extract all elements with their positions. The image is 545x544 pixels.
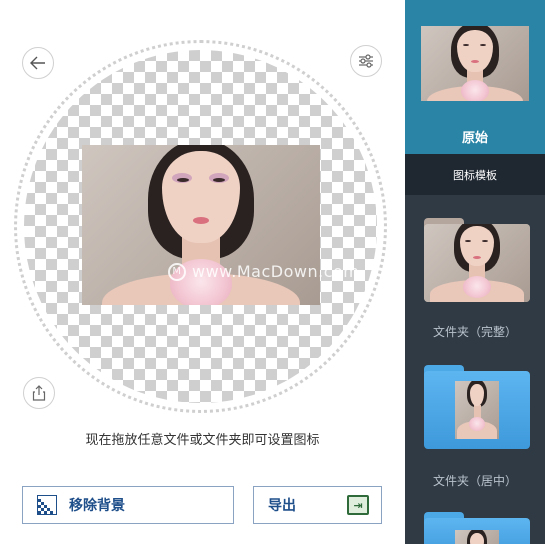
template-sidebar: 原始 图标模板 文件夹（完整） 文件夹（居中） — [405, 0, 545, 544]
share-button[interactable] — [23, 377, 55, 409]
remove-background-label: 移除背景 — [69, 498, 125, 514]
watermark: M www.MacDown.com — [168, 262, 359, 281]
folder-3-thumbnail — [455, 530, 499, 544]
folder-full-thumbnail — [424, 224, 530, 302]
folder-center-thumbnail — [455, 381, 499, 439]
original-label: 原始 — [461, 131, 488, 146]
folder-center-label: 文件夹（居中） — [432, 474, 517, 488]
arrow-left-icon — [30, 56, 45, 70]
remove-background-button[interactable]: 移除背景 — [22, 486, 234, 524]
watermark-logo: M — [168, 262, 186, 281]
app-window: M www.MacDown.com 现在拖放任意文件或文件夹即可设置图标 移除背… — [0, 0, 545, 544]
template-folder-center[interactable] — [424, 365, 530, 449]
template-folder-full[interactable] — [424, 218, 530, 302]
watermark-text: www.MacDown.com — [192, 262, 360, 281]
sidebar-item-original[interactable]: 原始 — [405, 0, 545, 154]
back-button[interactable] — [22, 47, 54, 79]
share-icon — [32, 385, 46, 401]
export-label: 导出 — [268, 498, 296, 514]
settings-button[interactable] — [350, 45, 382, 77]
icon-preview-image — [82, 145, 320, 305]
export-button[interactable]: 导出 ⇥ — [253, 486, 382, 524]
remove-background-icon — [37, 495, 57, 515]
drop-hint: 现在拖放任意文件或文件夹即可设置图标 — [85, 433, 320, 448]
export-icon: ⇥ — [347, 495, 369, 515]
templates-header: 图标模板 — [405, 154, 545, 195]
editor-pane: M www.MacDown.com 现在拖放任意文件或文件夹即可设置图标 移除背… — [0, 0, 405, 544]
template-folder-3[interactable] — [424, 512, 530, 544]
folder-full-label: 文件夹（完整） — [432, 325, 517, 339]
sliders-icon — [359, 54, 373, 68]
original-thumbnail — [421, 26, 529, 101]
